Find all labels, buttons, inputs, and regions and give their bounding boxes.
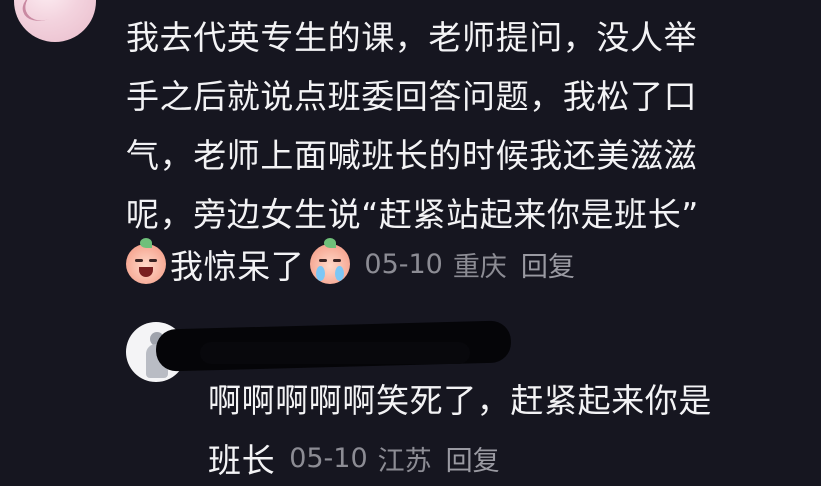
avatar-illustration bbox=[18, 0, 69, 27]
reply-date: 05-10 bbox=[289, 442, 368, 474]
crying-peach-emoji-icon bbox=[310, 238, 351, 284]
reply-meta-row: 班长 05-10 江苏 回复 bbox=[208, 430, 500, 486]
comment-body: 我去代英专生的课，老师提问，没人举 手之后就说点班委回答问题，我松了口 气，老师… bbox=[126, 8, 776, 244]
reply-body: 啊啊啊啊啊笑死了，赶紧起来你是 bbox=[208, 373, 788, 429]
comment-location: 重庆 bbox=[452, 251, 507, 283]
redacted-username-scribble bbox=[200, 342, 470, 364]
scream-peach-emoji-icon bbox=[126, 238, 166, 284]
commenter-avatar[interactable] bbox=[14, 0, 96, 42]
reply-location: 江苏 bbox=[377, 445, 432, 477]
comment-meta-row: 我惊呆了 05-10 重庆 回复 bbox=[126, 236, 575, 292]
comment-line: 气，老师上面喊班长的时候我还美滋滋 bbox=[126, 136, 698, 175]
comment-reply-button[interactable]: 回复 bbox=[521, 245, 575, 284]
comment-tail-text: 我惊呆了 bbox=[170, 247, 305, 286]
comment-date: 05-10 bbox=[364, 248, 443, 280]
comment-line: 手之后就说点班委回答问题，我松了口 bbox=[126, 77, 698, 116]
reply-line: 啊啊啊啊啊笑死了，赶紧起来你是 bbox=[208, 381, 712, 420]
comment-line: 我去代英专生的课，老师提问，没人举 bbox=[126, 18, 698, 57]
reply-line-tail: 班长 bbox=[208, 441, 276, 480]
reply-reply-button[interactable]: 回复 bbox=[446, 439, 500, 478]
